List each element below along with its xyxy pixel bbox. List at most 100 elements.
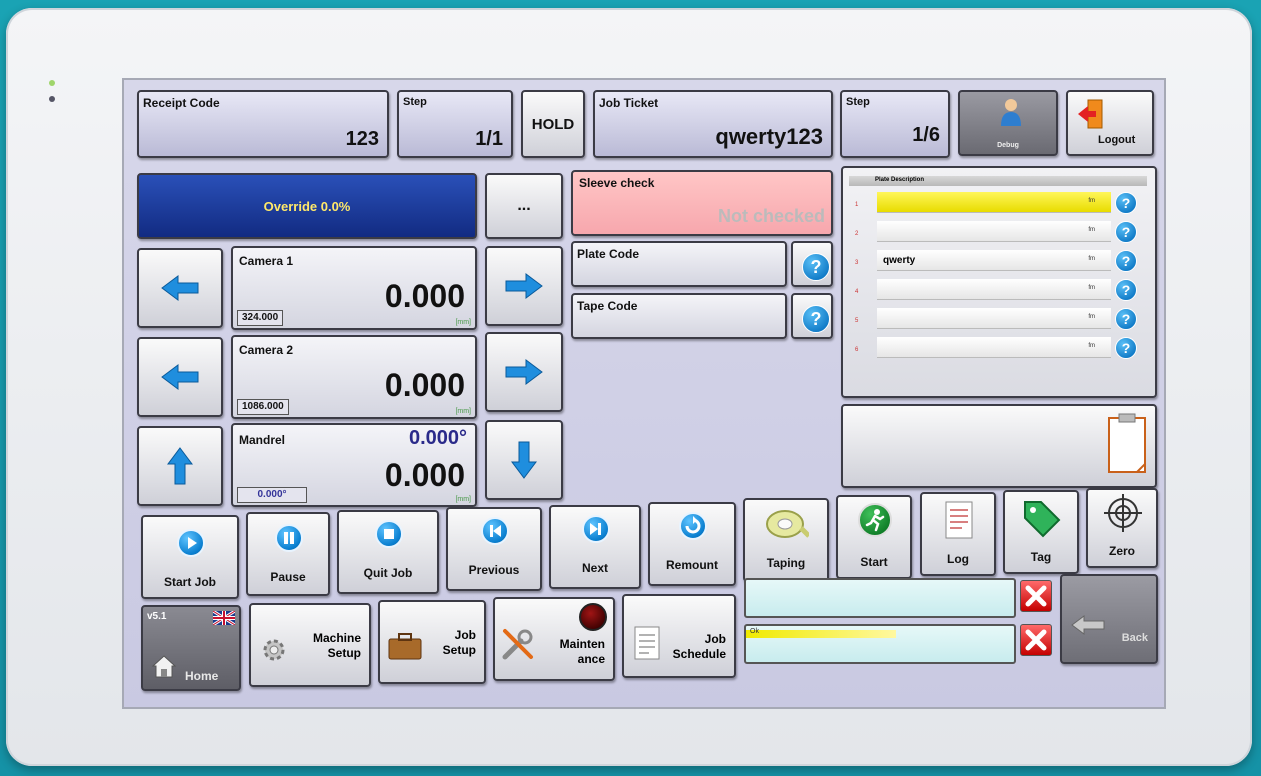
log-button[interactable]: Log bbox=[920, 492, 996, 576]
camera2-left-button[interactable] bbox=[137, 337, 223, 417]
camera1-label: Camera 1 bbox=[239, 254, 294, 268]
clipboard-panel[interactable] bbox=[841, 404, 1157, 488]
override-button[interactable]: Override 0.0% bbox=[137, 173, 477, 239]
tag-button[interactable]: Tag bbox=[1003, 490, 1079, 574]
power-led bbox=[49, 80, 55, 86]
zero-button[interactable]: Zero bbox=[1086, 488, 1158, 568]
back-label: Back bbox=[1121, 632, 1148, 644]
sleeve-check-status: Not checked bbox=[717, 206, 825, 226]
clear-top-button[interactable] bbox=[1020, 580, 1052, 612]
plate-code-field[interactable]: Plate Code bbox=[571, 241, 787, 287]
sleeve-check-panel[interactable]: Sleeve check Not checked bbox=[571, 170, 833, 236]
gear-icon bbox=[259, 635, 289, 670]
taping-label: Taping bbox=[766, 556, 806, 570]
plate-row-field[interactable] bbox=[877, 279, 1111, 300]
camera2-value: 0.000 bbox=[384, 367, 465, 403]
mandrel-down-button[interactable] bbox=[485, 420, 563, 500]
back-arrow-icon bbox=[1070, 614, 1106, 641]
plate-row-number: 4 bbox=[855, 289, 859, 295]
plate-row-field[interactable] bbox=[877, 221, 1111, 242]
remount-button[interactable]: Remount bbox=[648, 502, 736, 586]
maintenance-label: Mainten ance bbox=[559, 637, 605, 666]
plate-code-label: Plate Code bbox=[577, 247, 640, 261]
mandrel-panel: Mandrel 0.000° 0.000 0.000° [mm] bbox=[231, 423, 477, 507]
help-icon[interactable]: ? bbox=[1115, 221, 1137, 243]
status-led bbox=[49, 96, 55, 102]
skip-forward-icon bbox=[582, 515, 610, 543]
previous-button[interactable]: Previous bbox=[446, 507, 542, 591]
next-button[interactable]: Next bbox=[549, 505, 641, 589]
log-label: Log bbox=[947, 552, 969, 566]
plate-row-field[interactable] bbox=[877, 192, 1111, 213]
help-icon[interactable]: ? bbox=[1115, 279, 1137, 301]
machine-setup-button[interactable]: Machine Setup bbox=[249, 603, 371, 687]
debug-button[interactable]: Debug bbox=[958, 90, 1058, 156]
back-button[interactable]: Back bbox=[1060, 574, 1158, 664]
more-button[interactable]: ... bbox=[485, 173, 563, 239]
plate-row-field[interactable] bbox=[877, 308, 1111, 329]
taping-button[interactable]: Taping bbox=[743, 498, 829, 582]
tape-code-help-button[interactable]: ? bbox=[791, 293, 833, 339]
uk-flag-icon bbox=[212, 609, 236, 630]
skip-back-icon bbox=[481, 517, 509, 545]
arrow-left-icon bbox=[161, 364, 199, 390]
plate-row[interactable]: 4 fm ? bbox=[849, 275, 1147, 301]
quit-job-button[interactable]: Quit Job bbox=[337, 510, 439, 594]
status-message-text: Ok bbox=[750, 628, 759, 635]
logout-button[interactable]: Logout bbox=[1066, 90, 1154, 156]
camera2-right-button[interactable] bbox=[485, 332, 563, 412]
machine-setup-label: Machine Setup bbox=[312, 631, 361, 660]
arrow-left-icon bbox=[161, 275, 199, 301]
plate-list-header-label: Plate Description bbox=[875, 177, 925, 183]
camera1-left-button[interactable] bbox=[137, 248, 223, 328]
pause-label: Pause bbox=[270, 570, 306, 584]
logout-label: Logout bbox=[1098, 134, 1136, 146]
plate-code-help-button[interactable]: ? bbox=[791, 241, 833, 287]
start-button[interactable]: Start bbox=[836, 495, 912, 579]
mandrel-angle: 0.000° bbox=[408, 427, 467, 449]
maintenance-button[interactable]: Mainten ance bbox=[493, 597, 615, 681]
status-progress bbox=[746, 630, 896, 638]
quit-job-label: Quit Job bbox=[363, 566, 413, 580]
help-icon[interactable]: ? bbox=[1115, 337, 1137, 359]
plate-row-text: qwerty bbox=[883, 255, 916, 266]
pause-button[interactable]: Pause bbox=[246, 512, 330, 596]
receipt-code-field[interactable]: Receipt Code 123 bbox=[137, 90, 389, 158]
briefcase-icon bbox=[388, 632, 422, 665]
mandrel-label: Mandrel bbox=[239, 433, 286, 447]
job-schedule-button[interactable]: Job Schedule bbox=[622, 594, 736, 678]
start-job-button[interactable]: Start Job bbox=[141, 515, 239, 599]
plate-row-unit: fm bbox=[1088, 343, 1095, 349]
help-icon[interactable]: ? bbox=[1115, 192, 1137, 214]
crosshair-icon bbox=[1104, 494, 1142, 537]
plate-row-unit: fm bbox=[1088, 198, 1095, 204]
job-setup-button[interactable]: Job Setup bbox=[378, 600, 486, 684]
plate-row-number: 5 bbox=[855, 318, 859, 324]
tape-code-field[interactable]: Tape Code bbox=[571, 293, 787, 339]
plate-row-number: 2 bbox=[855, 231, 859, 237]
hold-button[interactable]: HOLD bbox=[521, 90, 585, 158]
camera2-unit: [mm] bbox=[455, 408, 471, 415]
help-icon: ? bbox=[802, 305, 830, 333]
plate-row[interactable]: 2 fm ? bbox=[849, 217, 1147, 243]
help-icon[interactable]: ? bbox=[1115, 250, 1137, 272]
log-icon bbox=[944, 500, 974, 545]
job-step-label: Step bbox=[846, 96, 870, 108]
plate-row[interactable]: 6 fm ? bbox=[849, 333, 1147, 359]
help-icon: ? bbox=[802, 253, 830, 281]
stop-icon bbox=[375, 520, 403, 548]
job-ticket-field[interactable]: Job Ticket qwerty123 bbox=[593, 90, 833, 158]
play-icon bbox=[177, 529, 205, 557]
close-icon bbox=[1025, 585, 1047, 607]
plate-row-field[interactable] bbox=[877, 337, 1111, 358]
clipboard-icon bbox=[1107, 412, 1147, 479]
plate-row[interactable]: 3 qwerty fm ? bbox=[849, 246, 1147, 272]
mandrel-up-button[interactable] bbox=[137, 426, 223, 506]
mandrel-unit: [mm] bbox=[455, 496, 471, 503]
home-button[interactable]: v5.1 Home bbox=[141, 605, 241, 691]
plate-row[interactable]: 5 fm ? bbox=[849, 304, 1147, 330]
plate-row[interactable]: 1 fm ? bbox=[849, 188, 1147, 214]
help-icon[interactable]: ? bbox=[1115, 308, 1137, 330]
camera1-right-button[interactable] bbox=[485, 246, 563, 326]
clear-message-button[interactable] bbox=[1020, 624, 1052, 656]
